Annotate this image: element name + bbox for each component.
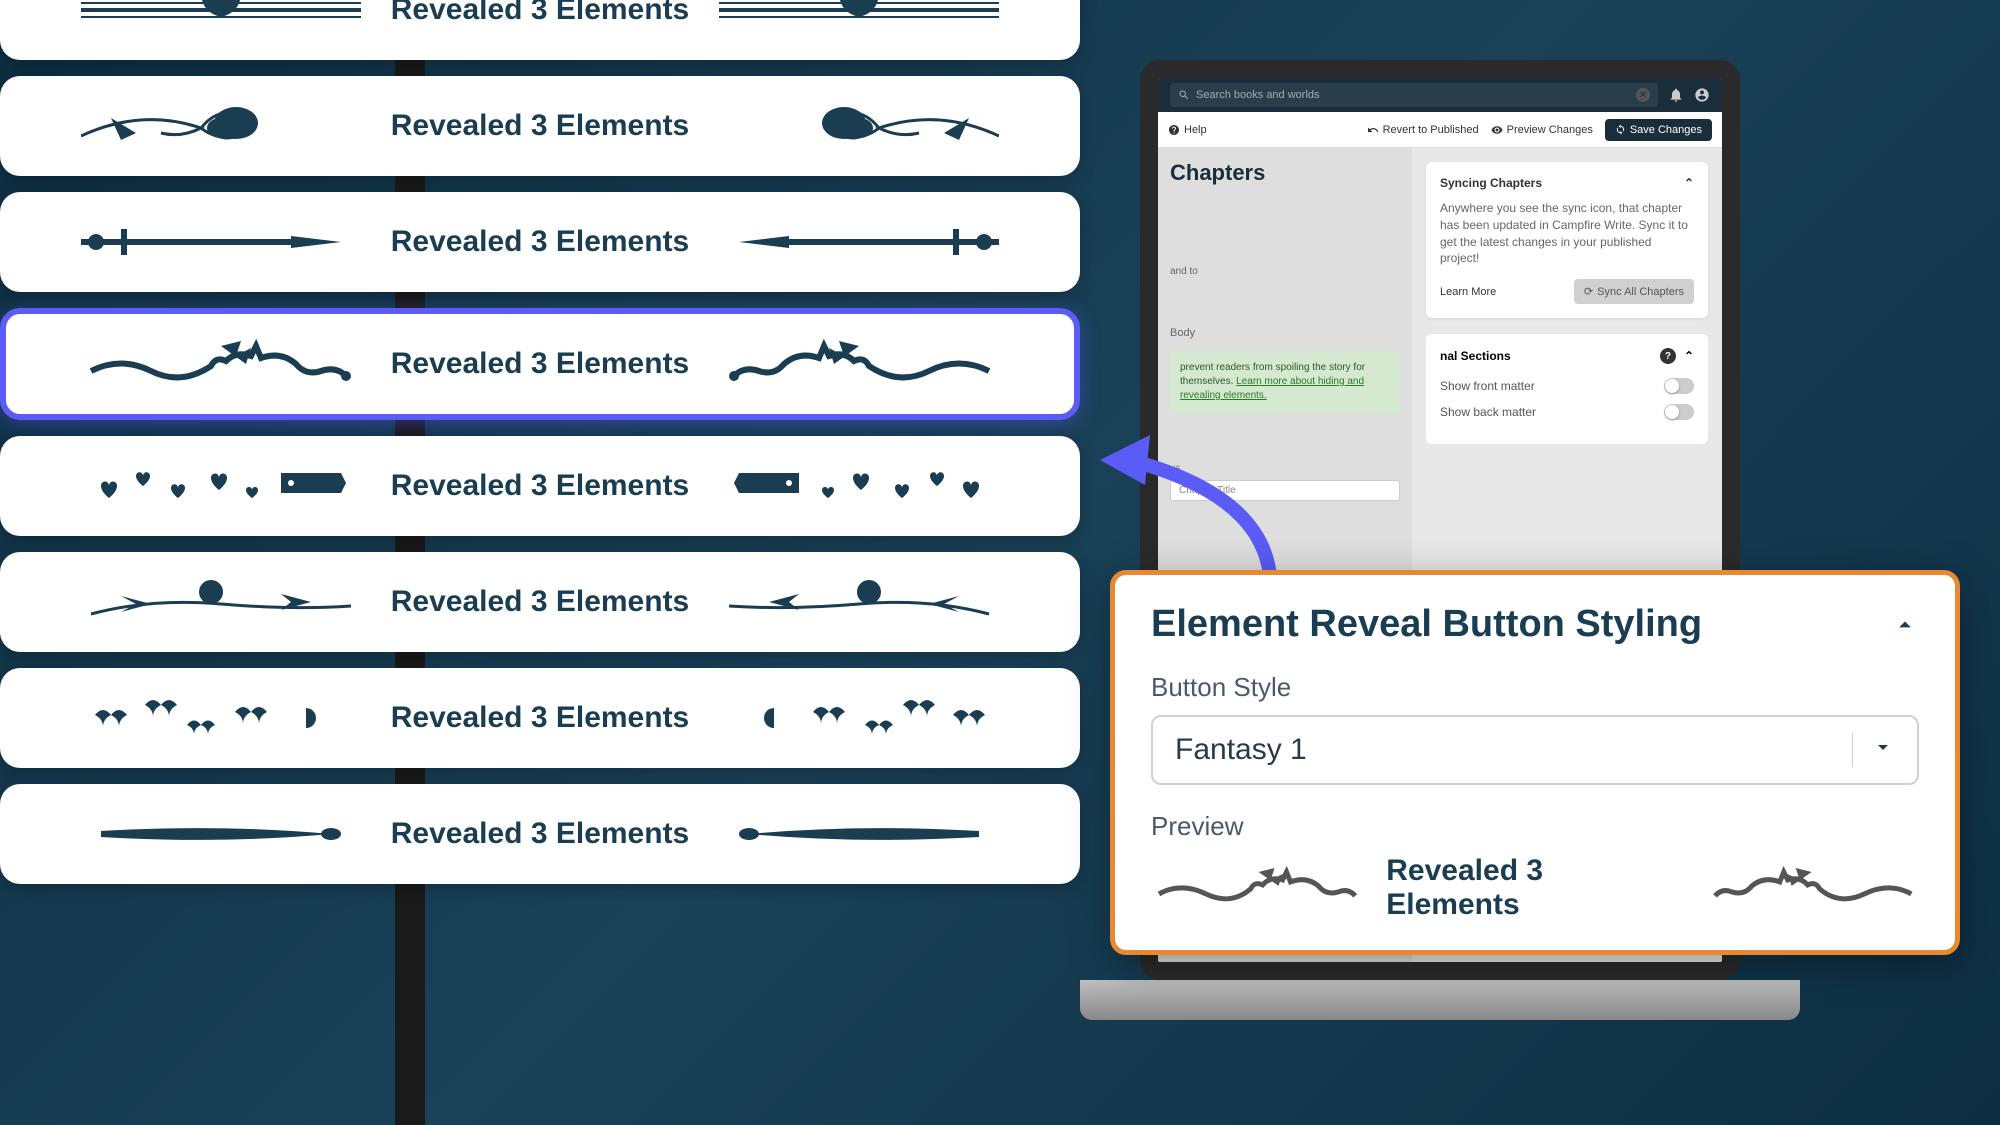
style-option-space[interactable]: Revealed 3 Elements bbox=[0, 552, 1080, 652]
notifications-icon[interactable] bbox=[1668, 87, 1684, 103]
save-changes-button[interactable]: Save Changes bbox=[1605, 119, 1712, 141]
dragon-ornament-icon bbox=[719, 336, 999, 392]
app-topbar: Search books and worlds ✕ bbox=[1158, 78, 1722, 112]
style-options-list: Revealed 3 Elements Revealed 3 Elements … bbox=[0, 0, 1080, 900]
style-option-blade[interactable]: Revealed 3 Elements bbox=[0, 784, 1080, 884]
search-icon bbox=[1178, 89, 1190, 101]
dragon-ornament-icon bbox=[81, 336, 361, 392]
style-option-sword[interactable]: Revealed 3 Elements bbox=[0, 192, 1080, 292]
editor-toolbar: Help Revert to Published Preview Changes… bbox=[1158, 112, 1722, 148]
button-style-select[interactable]: Fantasy 1 bbox=[1151, 715, 1919, 785]
style-option-floral[interactable]: Revealed 3 Elements bbox=[0, 76, 1080, 176]
hearts-ornament-icon bbox=[719, 458, 999, 514]
sword-ornament-icon bbox=[719, 214, 999, 270]
chevron-up-icon[interactable]: ⌃ bbox=[1684, 349, 1694, 363]
style-option-hearts[interactable]: Revealed 3 Elements bbox=[0, 436, 1080, 536]
chevron-up-icon[interactable] bbox=[1891, 611, 1919, 639]
select-value: Fantasy 1 bbox=[1175, 733, 1307, 767]
chevron-down-icon bbox=[1871, 735, 1895, 759]
sync-panel-body: Anywhere you see the sync icon, that cha… bbox=[1440, 200, 1694, 267]
sync-all-button[interactable]: ⟳ Sync All Chapters bbox=[1574, 279, 1694, 304]
floral-ornament-icon bbox=[81, 98, 361, 154]
help-icon bbox=[1168, 124, 1180, 136]
preview-button[interactable]: Preview Changes bbox=[1491, 124, 1593, 136]
style-option-scroll[interactable]: Revealed 3 Elements bbox=[0, 0, 1080, 60]
search-placeholder: Search books and worlds bbox=[1196, 89, 1320, 101]
blade-ornament-icon bbox=[719, 806, 999, 862]
dragon-ornament-icon bbox=[1151, 864, 1360, 912]
style-option-dragon[interactable]: Revealed 3 Elements bbox=[0, 308, 1080, 420]
undo-icon bbox=[1367, 124, 1379, 136]
button-style-label: Button Style bbox=[1151, 672, 1919, 703]
sync-panel: Syncing Chapters ⌃ Anywhere you see the … bbox=[1426, 162, 1708, 318]
space-ornament-icon bbox=[719, 574, 999, 630]
sections-title: nal Sections bbox=[1440, 349, 1511, 363]
back-matter-toggle[interactable] bbox=[1664, 404, 1694, 420]
help-icon[interactable]: ? bbox=[1660, 348, 1676, 364]
sync-icon: ⟳ bbox=[1584, 285, 1593, 298]
chapters-heading: Chapters bbox=[1170, 160, 1400, 186]
bats-ornament-icon bbox=[81, 690, 361, 746]
preview-text: Revealed 3 Elements bbox=[1386, 854, 1683, 922]
eye-icon bbox=[1491, 124, 1503, 136]
front-matter-toggle[interactable] bbox=[1664, 378, 1694, 394]
dragon-ornament-icon bbox=[1710, 864, 1919, 912]
element-reveal-styling-panel: Element Reveal Button Styling Button Sty… bbox=[1110, 570, 1960, 955]
scroll-ornament-icon bbox=[81, 0, 361, 38]
search-input[interactable]: Search books and worlds ✕ bbox=[1170, 83, 1658, 107]
floral-ornament-icon bbox=[719, 98, 999, 154]
sections-panel: nal Sections ? ⌃ Show front matter Show … bbox=[1426, 334, 1708, 444]
preview-label: Preview bbox=[1151, 811, 1919, 842]
laptop-base bbox=[1080, 980, 1800, 1020]
sync-learn-link[interactable]: Learn More bbox=[1440, 286, 1496, 298]
panel-title: Element Reveal Button Styling bbox=[1151, 603, 1702, 646]
style-preview: Revealed 3 Elements bbox=[1151, 854, 1919, 922]
style-option-bats[interactable]: Revealed 3 Elements bbox=[0, 668, 1080, 768]
spoiler-tip: prevent readers from spoiling the story … bbox=[1170, 351, 1400, 413]
blade-ornament-icon bbox=[81, 806, 361, 862]
hearts-ornament-icon bbox=[81, 458, 361, 514]
user-menu-icon[interactable] bbox=[1694, 87, 1710, 103]
help-button[interactable]: Help bbox=[1168, 124, 1207, 136]
sync-panel-title: Syncing Chapters bbox=[1440, 176, 1542, 190]
revert-button[interactable]: Revert to Published bbox=[1367, 124, 1479, 136]
save-icon bbox=[1615, 124, 1626, 135]
scroll-ornament-icon bbox=[719, 0, 999, 38]
space-ornament-icon bbox=[81, 574, 361, 630]
bats-ornament-icon bbox=[719, 690, 999, 746]
chevron-up-icon[interactable]: ⌃ bbox=[1684, 176, 1694, 190]
search-clear-icon[interactable]: ✕ bbox=[1636, 88, 1650, 102]
sword-ornament-icon bbox=[81, 214, 361, 270]
